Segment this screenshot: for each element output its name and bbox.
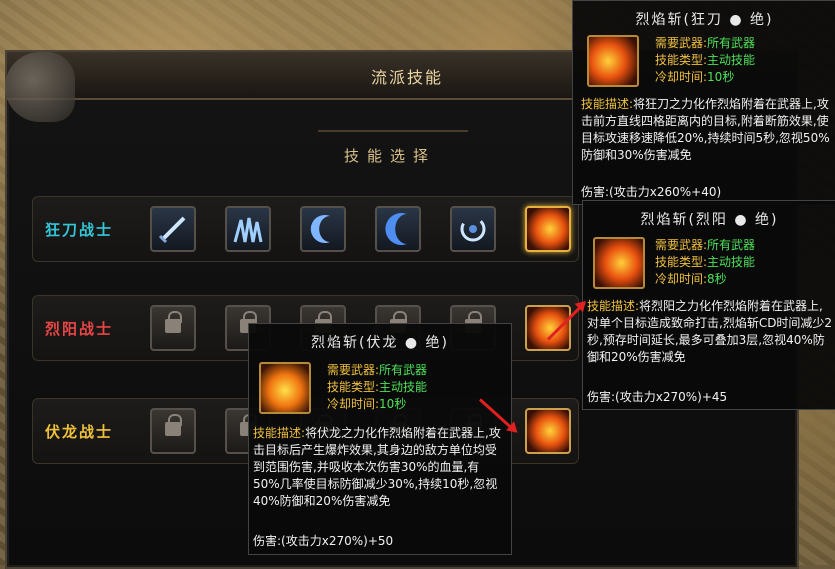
- type-value: 主动技能: [707, 255, 756, 269]
- tooltip-title: 烈焰斩(狂刀 ● 绝): [635, 12, 774, 28]
- tooltip-kuangdao: 烈焰斩(狂刀 ● 绝) 需要武器:所有武器 技能类型:主动技能 冷却时间:10秒…: [572, 0, 835, 205]
- flame-dragon-icon: [259, 362, 311, 414]
- damage-text: 伤害:(攻击力x260%+40): [581, 185, 722, 199]
- flame-slash-icon[interactable]: [525, 206, 571, 252]
- tooltip-fulong: 烈焰斩(伏龙 ● 绝) 需要武器:所有武器 技能类型:主动技能 冷却时间:10秒…: [248, 323, 512, 555]
- wave-icon[interactable]: [225, 206, 271, 252]
- type-value: 主动技能: [707, 53, 756, 67]
- weapon-value: 所有武器: [707, 238, 756, 252]
- desc-label: 技能描述:: [587, 299, 640, 313]
- row-label-lieyang: 烈阳战士: [45, 320, 114, 338]
- skill-select-subtitle: 技能选择: [343, 147, 436, 165]
- lock-icon[interactable]: [150, 305, 196, 351]
- row-kuangdao: 狂刀战士: [32, 196, 579, 262]
- dragon-ornament-icon: [5, 52, 75, 122]
- weapon-value: 所有武器: [379, 363, 428, 377]
- type-label: 技能类型:: [327, 380, 380, 394]
- cd-value: 10秒: [379, 397, 407, 411]
- flame-sun-icon: [593, 237, 645, 289]
- blade-icon[interactable]: [150, 206, 196, 252]
- cd-value: 8秒: [707, 272, 727, 286]
- tooltip-title: 烈焰斩(伏龙 ● 绝): [310, 335, 450, 351]
- weapon-label: 需要武器:: [327, 363, 380, 377]
- type-value: 主动技能: [379, 380, 428, 394]
- flame-dragon-icon[interactable]: [525, 408, 571, 454]
- panel-title: 流派技能: [370, 68, 443, 87]
- damage-text: 伤害:(攻击力x270%)+45: [587, 390, 728, 404]
- tooltip-title: 烈焰斩(烈阳 ● 绝): [640, 212, 779, 228]
- flame-sun-icon[interactable]: [525, 305, 571, 351]
- swirl-icon[interactable]: [450, 206, 496, 252]
- desc-label: 技能描述:: [253, 426, 306, 440]
- cd-value: 10秒: [707, 70, 735, 84]
- tooltip-lieyang: 烈焰斩(烈阳 ● 绝) 需要武器:所有武器 技能类型:主动技能 冷却时间:8秒 …: [582, 200, 835, 410]
- row-label-fulong: 伏龙战士: [45, 423, 114, 441]
- cd-label: 冷却时间:: [327, 397, 380, 411]
- crescent-icon[interactable]: [300, 206, 346, 252]
- cd-label: 冷却时间:: [655, 70, 708, 84]
- desc-label: 技能描述:: [581, 97, 634, 111]
- weapon-value: 所有武器: [707, 36, 756, 50]
- flame-slash-icon: [587, 35, 639, 87]
- lock-icon[interactable]: [150, 408, 196, 454]
- crescent-blue-icon[interactable]: [375, 206, 421, 252]
- ornament-divider: [318, 118, 468, 132]
- row-label-kuangdao: 狂刀战士: [45, 221, 114, 239]
- weapon-label: 需要武器:: [655, 36, 708, 50]
- cd-label: 冷却时间:: [655, 272, 708, 286]
- type-label: 技能类型:: [655, 53, 708, 67]
- type-label: 技能类型:: [655, 255, 708, 269]
- damage-text: 伤害:(攻击力x270%)+50: [253, 534, 394, 548]
- weapon-label: 需要武器:: [655, 238, 708, 252]
